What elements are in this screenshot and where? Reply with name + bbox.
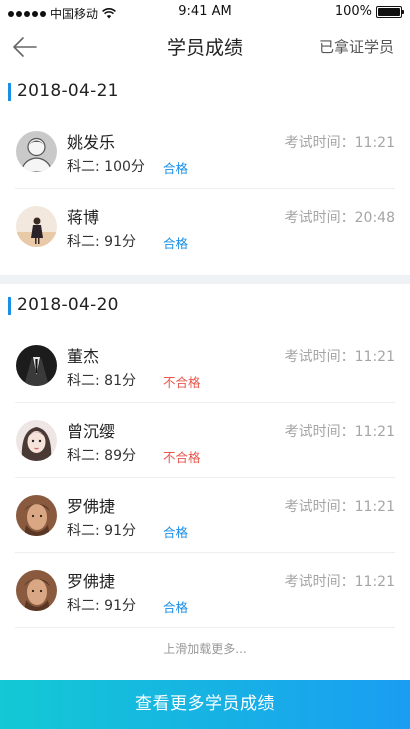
result-badge: 不合格 (163, 375, 201, 390)
student-score: 科二: 81分 (67, 373, 136, 389)
result-badge: 合格 (163, 525, 189, 540)
result-badge: 合格 (163, 161, 189, 176)
student-row[interactable]: 蒋博 科二: 91分 合格 考试时间：20:48 (0, 189, 410, 264)
battery-icon (376, 5, 404, 18)
score-list: 2018-04-21 姚发乐 科二: 100分 合格 考试时间：11:21 蒋博… (0, 70, 410, 672)
exam-time: 考试时间：11:21 (284, 574, 395, 590)
student-score: 科二: 91分 (67, 523, 136, 539)
student-name: 姚发乐 (67, 133, 116, 152)
date-header: 2018-04-20 (0, 284, 410, 328)
student-photo-avatar (16, 495, 57, 536)
student-row[interactable]: 董杰 科二: 81分 不合格 考试时间：11:21 (0, 328, 410, 403)
result-badge: 不合格 (163, 450, 201, 465)
battery-percent: 100% (334, 4, 372, 19)
student-name: 董杰 (67, 347, 100, 366)
student-score: 科二: 89分 (67, 448, 136, 464)
status-right: 100% (334, 4, 404, 19)
result-badge: 合格 (163, 236, 189, 251)
student-name: 蒋博 (67, 208, 100, 227)
exam-time: 考试时间：11:21 (284, 135, 395, 151)
status-bar: 中国移动 9:41 AM 100% (0, 0, 410, 24)
view-more-scores-button[interactable]: 查看更多学员成绩 (0, 680, 410, 729)
row-divider (15, 627, 395, 628)
student-photo-avatar (16, 345, 57, 386)
date-accent-bar (8, 297, 11, 315)
exam-time: 考试时间：11:21 (284, 349, 395, 365)
student-score: 科二: 100分 (67, 159, 145, 175)
student-name: 罗佛捷 (67, 572, 116, 591)
exam-time: 考试时间：11:21 (284, 424, 395, 440)
student-photo-avatar (16, 420, 57, 461)
student-row[interactable]: 姚发乐 科二: 100分 合格 考试时间：11:21 (0, 114, 410, 189)
student-score: 科二: 91分 (67, 234, 136, 250)
date-header: 2018-04-21 (0, 70, 410, 114)
certified-students-link[interactable]: 已拿证学员 (319, 36, 394, 57)
default-avatar-icon (16, 131, 57, 172)
student-photo-avatar (16, 206, 57, 247)
student-row[interactable]: 罗佛捷 科二: 91分 合格 考试时间：11:21 (0, 553, 410, 628)
date-label: 2018-04-21 (17, 81, 119, 101)
date-label: 2018-04-20 (17, 295, 119, 315)
nav-bar: 学员成绩 已拿证学员 (0, 24, 410, 70)
student-name: 曾沉缨 (67, 422, 116, 441)
student-row[interactable]: 罗佛捷 科二: 91分 合格 考试时间：11:21 (0, 478, 410, 553)
student-row[interactable]: 曾沉缨 科二: 89分 不合格 考试时间：11:21 (0, 403, 410, 478)
student-photo-avatar (16, 570, 57, 611)
date-accent-bar (8, 83, 11, 101)
student-name: 罗佛捷 (67, 497, 116, 516)
section-separator (0, 275, 410, 284)
student-score: 科二: 91分 (67, 598, 136, 614)
exam-time: 考试时间：11:21 (284, 499, 395, 515)
exam-time: 考试时间：20:48 (284, 210, 395, 226)
load-more-hint: 上滑加载更多... (163, 642, 247, 656)
result-badge: 合格 (163, 600, 189, 615)
